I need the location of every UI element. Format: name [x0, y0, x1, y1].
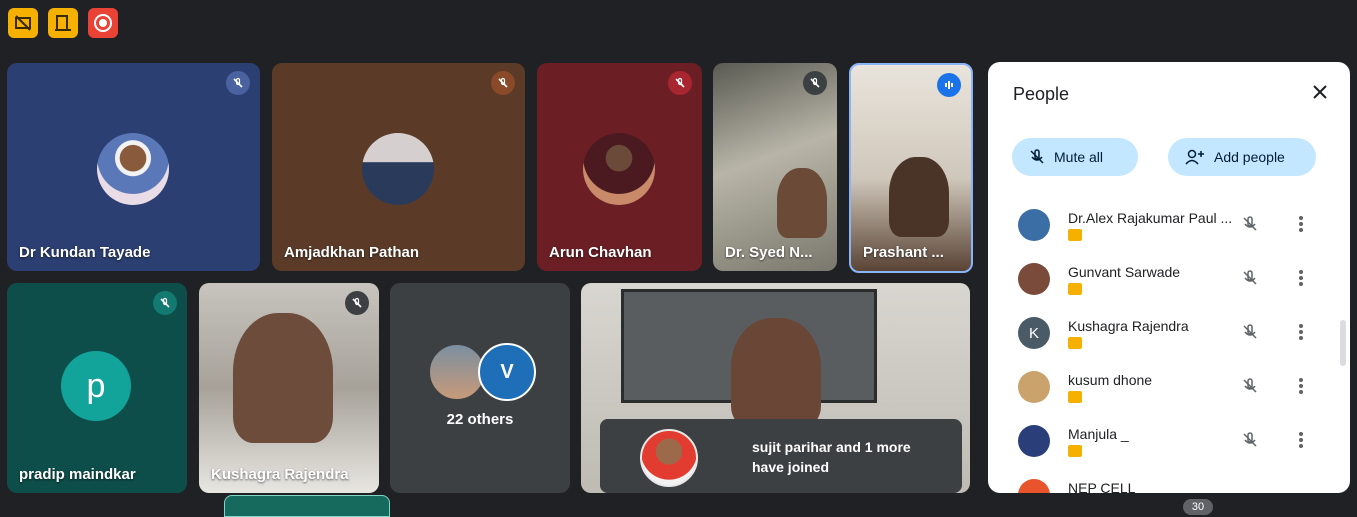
scrollbar[interactable] [1340, 320, 1346, 366]
presenting-badge-icon [1068, 445, 1082, 457]
avatar: V [478, 343, 536, 401]
avatar [583, 133, 655, 205]
participant-tile[interactable]: p pradip maindkar [7, 283, 187, 493]
more-options-icon[interactable] [1298, 214, 1304, 239]
others-tile[interactable]: V 22 others [390, 283, 570, 493]
presenting-badge-icon [1068, 391, 1082, 403]
others-count: 22 others [446, 411, 514, 428]
mic-off-icon [1030, 149, 1044, 164]
avatar [1018, 209, 1050, 241]
avatar [1018, 263, 1050, 295]
participant-name: Dr. Syed N... [725, 244, 813, 261]
participant-name: Dr Kundan Tayade [19, 244, 151, 261]
avatar-initial: p [86, 366, 106, 405]
avatar [362, 133, 434, 205]
list-item[interactable]: Dr.Alex Rajakumar Paul ... [988, 198, 1333, 252]
avatar [1018, 479, 1050, 493]
participant-video-tile[interactable]: Dr. Syed N... [713, 63, 837, 271]
more-options-icon[interactable] [1298, 322, 1304, 347]
presenting-badge-icon [1068, 337, 1082, 349]
participants-list[interactable]: Dr.Alex Rajakumar Paul ... Gunvant Sarwa… [988, 198, 1350, 493]
list-item[interactable]: Gunvant Sarwade [988, 252, 1333, 306]
mic-off-icon[interactable] [1240, 430, 1260, 455]
participant-name: Amjadkhan Pathan [284, 244, 420, 261]
participant-tile[interactable]: Dr Kundan Tayade [7, 63, 260, 271]
mic-off-icon [491, 71, 515, 95]
avatar [1018, 425, 1050, 457]
participant-video-tile[interactable]: Kushagra Rajendra [199, 283, 379, 493]
participant-count-badge: 30 [1183, 499, 1213, 515]
bottom-toolbar-item[interactable] [224, 495, 390, 517]
list-item[interactable]: Manjula _ [988, 414, 1333, 468]
avatar [640, 429, 698, 487]
mic-off-icon [153, 291, 177, 315]
join-notification: sujit parihar and 1 more have joined [600, 419, 962, 493]
list-item[interactable]: kusum dhone [988, 360, 1333, 414]
record-icon[interactable] [88, 8, 118, 38]
participant-name: Kushagra Rajendra [211, 466, 349, 483]
presenting-badge-icon [1068, 229, 1082, 241]
list-item[interactable]: NEP CELL [988, 468, 1333, 493]
video-person [731, 318, 821, 428]
participant-video-tile[interactable]: Prashant ... [849, 63, 973, 273]
add-people-button[interactable]: Add people [1168, 138, 1316, 176]
more-options-icon[interactable] [1298, 430, 1304, 455]
video-person [233, 313, 333, 443]
mic-off-icon [803, 71, 827, 95]
mic-off-icon [345, 291, 369, 315]
mic-off-icon[interactable] [1240, 322, 1260, 347]
participant-tile[interactable]: Arun Chavhan [537, 63, 702, 271]
video-person [777, 168, 827, 238]
avatar: p [61, 351, 131, 421]
add-person-icon [1185, 149, 1204, 165]
speaking-indicator-icon [937, 73, 961, 97]
mic-off-icon [668, 71, 692, 95]
list-item[interactable]: K Kushagra Rajendra [988, 306, 1333, 360]
top-indicators [8, 8, 118, 38]
mic-off-icon [226, 71, 250, 95]
mic-off-icon[interactable] [1240, 376, 1260, 401]
avatar [1018, 371, 1050, 403]
avatar: K [1018, 317, 1050, 349]
close-icon[interactable] [1308, 80, 1332, 104]
video-person [889, 157, 949, 237]
presentation-off-icon[interactable] [8, 8, 38, 38]
participant-name: pradip maindkar [19, 466, 136, 483]
participant-name: Arun Chavhan [549, 244, 652, 261]
mic-off-icon[interactable] [1240, 268, 1260, 293]
people-panel: People Mute all Add people Dr.Alex Rajak… [988, 62, 1350, 493]
participant-tile[interactable]: Amjadkhan Pathan [272, 63, 525, 271]
mute-all-button[interactable]: Mute all [1012, 138, 1138, 176]
toast-text: sujit parihar and 1 more have joined [752, 439, 911, 475]
presenting-badge-icon [1068, 283, 1082, 295]
participant-name: Prashant ... [863, 244, 944, 261]
more-options-icon[interactable] [1298, 268, 1304, 293]
avatar [97, 133, 169, 205]
exit-door-icon[interactable] [48, 8, 78, 38]
more-options-icon[interactable] [1298, 376, 1304, 401]
mic-off-icon[interactable] [1240, 214, 1260, 239]
panel-title: People [1013, 84, 1070, 104]
